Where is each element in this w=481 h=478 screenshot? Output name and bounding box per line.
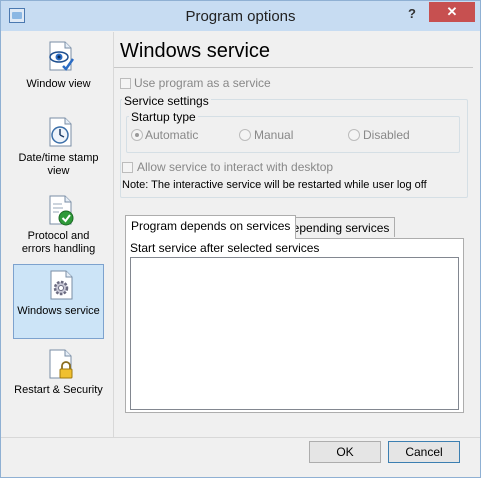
services-tabs: Program depends on services Depending se…	[125, 215, 469, 413]
sidebar-item-label: Windows service	[17, 305, 100, 317]
list-caption: Start service after selected services	[130, 241, 320, 255]
title-divider	[114, 67, 473, 68]
startup-disabled-label: Disabled	[363, 128, 410, 142]
settings-panel: Windows service Use program as a service…	[113, 32, 473, 437]
sidebar-item-windows-service[interactable]: Windows service	[13, 264, 104, 339]
sidebar: Window view Date/time stamp view Protoco…	[9, 32, 113, 438]
close-icon: ✕	[446, 4, 458, 19]
sidebar-item-date-time[interactable]: Date/time stamp view	[13, 112, 104, 186]
startup-automatic-radio[interactable]	[131, 129, 143, 141]
window-view-icon	[49, 41, 75, 71]
sidebar-item-window-view[interactable]: Window view	[13, 36, 104, 110]
interact-desktop-checkbox[interactable]	[122, 162, 133, 173]
startup-disabled-radio[interactable]	[348, 129, 360, 141]
sidebar-item-label: Date/time stamp view	[18, 152, 99, 177]
startup-automatic-label: Automatic	[145, 128, 199, 142]
tab-panel: Start service after selected services	[125, 238, 464, 413]
use-as-service-checkbox[interactable]	[120, 78, 131, 89]
use-as-service-label: Use program as a service	[134, 76, 271, 90]
help-button[interactable]: ?	[401, 4, 423, 24]
interact-desktop-label: Allow service to interact with desktop	[137, 160, 334, 174]
startup-manual-radio[interactable]	[239, 129, 251, 141]
startup-manual-label: Manual	[254, 128, 294, 142]
sidebar-item-label: Protocol and errors handling	[21, 230, 96, 255]
sidebar-item-label: Restart & Security	[14, 384, 103, 396]
services-listbox[interactable]	[130, 257, 459, 410]
page-title: Windows service	[120, 40, 271, 62]
sidebar-item-restart-security[interactable]: Restart & Security	[13, 344, 104, 418]
client-area: Window view Date/time stamp view Protoco…	[8, 31, 473, 438]
program-options-window: Program options ? ✕ Window view Date/tim…	[0, 0, 481, 478]
ok-button[interactable]: OK	[309, 441, 381, 463]
check-document-icon	[49, 195, 74, 226]
footer-divider	[1, 437, 480, 438]
cancel-button[interactable]: Cancel	[388, 441, 460, 463]
clock-icon	[49, 117, 72, 147]
tab-program-depends[interactable]: Program depends on services	[125, 215, 297, 239]
gear-document-icon	[50, 270, 73, 300]
sidebar-item-protocol-errors[interactable]: Protocol and errors handling	[13, 190, 104, 264]
startup-type-label: Startup type	[129, 110, 198, 124]
service-settings-label: Service settings	[122, 94, 211, 108]
sidebar-item-label: Window view	[26, 78, 91, 90]
title-bar[interactable]: Program options ? ✕	[1, 1, 480, 31]
note-text: Note: The interactive service will be re…	[122, 179, 427, 191]
close-button[interactable]: ✕	[429, 2, 475, 22]
lock-document-icon	[49, 349, 73, 379]
